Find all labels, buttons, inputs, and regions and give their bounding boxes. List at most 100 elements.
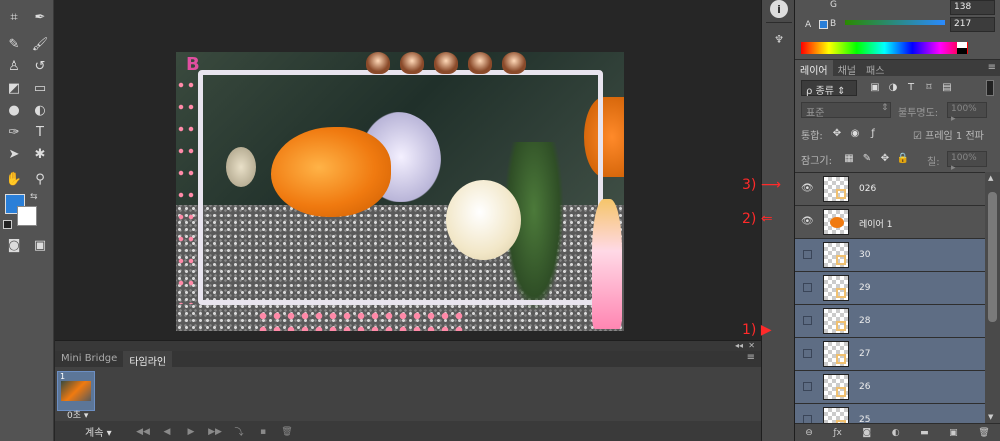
- collapse-icon[interactable]: ◂◂: [735, 341, 743, 350]
- history-brush-icon[interactable]: ↺: [29, 55, 51, 77]
- chevron-down-icon: ⇕: [881, 103, 889, 113]
- visibility-toggle[interactable]: [803, 250, 812, 259]
- zoom-icon[interactable]: ⚲: [29, 168, 51, 190]
- frame-duration[interactable]: 0초 ▾: [67, 408, 88, 421]
- quick-mask-icon[interactable]: ◙: [3, 234, 25, 256]
- screen-mode-icon[interactable]: ▣: [29, 234, 51, 256]
- layers-menu-icon[interactable]: ≡: [988, 62, 996, 73]
- adjustment-filter-icon[interactable]: ◑: [887, 80, 899, 94]
- visibility-toggle[interactable]: [803, 316, 812, 325]
- healing-brush-icon[interactable]: ✎: [3, 33, 25, 55]
- layer-row[interactable]: 25: [795, 404, 985, 423]
- layer-row[interactable]: 28: [795, 305, 985, 338]
- tab-layers[interactable]: 레이어: [795, 60, 833, 77]
- adjustment-layer-icon[interactable]: ◐: [892, 428, 900, 438]
- crop-icon[interactable]: ⌗: [3, 6, 25, 28]
- brush-icon[interactable]: 🖌: [29, 33, 51, 55]
- deco-letter: B: [186, 54, 200, 75]
- play-button[interactable]: ▶: [179, 427, 203, 437]
- info-icon[interactable]: i: [770, 0, 788, 18]
- unify-visibility-icon[interactable]: ◉: [849, 126, 861, 140]
- delete-layer-icon[interactable]: 🗑: [978, 428, 989, 438]
- layer-row[interactable]: 26: [795, 371, 985, 404]
- tab-timeline[interactable]: 타임라인: [123, 351, 173, 368]
- layer-row[interactable]: 👁 026: [795, 173, 985, 206]
- g-slider[interactable]: [845, 0, 945, 5]
- layers-scrollbar[interactable]: ▲ ▼: [985, 172, 1000, 423]
- lock-all-icon[interactable]: 🔒: [897, 151, 909, 165]
- tween-button[interactable]: ⤵: [227, 425, 251, 438]
- color-spectrum[interactable]: [801, 42, 968, 54]
- tab-channels[interactable]: 채널: [833, 60, 861, 77]
- smart-object-filter-icon[interactable]: ▤: [941, 80, 953, 94]
- layer-row[interactable]: 👁 레이어 1: [795, 206, 985, 239]
- gradient-icon[interactable]: ▭: [29, 77, 51, 99]
- scroll-thumb[interactable]: [988, 192, 997, 322]
- prev-frame-button[interactable]: ◀: [155, 427, 179, 437]
- path-select-icon[interactable]: ➤: [3, 143, 25, 165]
- black-white-swatch[interactable]: [957, 42, 967, 54]
- brush-presets-icon[interactable]: ♆: [770, 30, 788, 48]
- delete-frame-button[interactable]: 🗑: [275, 427, 299, 437]
- default-colors-icon[interactable]: [3, 220, 12, 229]
- new-group-icon[interactable]: ▬: [920, 428, 929, 438]
- duplicate-frame-button[interactable]: ▪: [251, 427, 275, 437]
- dodge-icon[interactable]: ◐: [29, 99, 51, 121]
- scroll-up-icon[interactable]: ▲: [988, 174, 993, 182]
- hand-icon[interactable]: ✋: [3, 168, 25, 190]
- lock-icons: ▦ ✎ ✥ 🔒: [843, 151, 909, 165]
- g-channel-label: G: [830, 0, 837, 10]
- eye-icon[interactable]: 👁: [801, 216, 815, 228]
- visibility-toggle[interactable]: [803, 349, 812, 358]
- layer-row[interactable]: 27: [795, 338, 985, 371]
- layer-style-icon[interactable]: ƒx: [833, 428, 842, 438]
- tab-paths[interactable]: 패스: [861, 60, 889, 77]
- unify-position-icon[interactable]: ✥: [831, 126, 843, 140]
- fill-field[interactable]: 100% ▸: [947, 151, 987, 173]
- pixel-filter-icon[interactable]: ▣: [869, 80, 881, 94]
- new-layer-icon[interactable]: ▣: [949, 428, 958, 438]
- next-frame-button[interactable]: ▶▶: [203, 427, 227, 437]
- pen-icon[interactable]: ✑: [3, 121, 25, 143]
- eyedropper-icon[interactable]: ✒: [29, 6, 51, 28]
- g-value-field[interactable]: 138: [950, 0, 995, 15]
- loop-select[interactable]: 계속 ▾: [85, 424, 131, 439]
- scroll-down-icon[interactable]: ▼: [988, 413, 993, 421]
- tab-mini-bridge[interactable]: Mini Bridge: [55, 351, 123, 367]
- blur-icon[interactable]: ●: [3, 99, 25, 121]
- eraser-icon[interactable]: ◩: [3, 77, 25, 99]
- animation-frame[interactable]: 1: [57, 371, 95, 411]
- visibility-toggle[interactable]: [803, 283, 812, 292]
- visibility-toggle[interactable]: [803, 415, 812, 423]
- link-layers-icon[interactable]: ⊖: [805, 428, 813, 438]
- propagate-frame-checkbox[interactable]: ☑ 프레임 1 전파: [913, 127, 984, 142]
- opacity-field[interactable]: 100% ▸: [947, 102, 987, 124]
- current-color-swatch[interactable]: [819, 20, 828, 29]
- image-canvas[interactable]: B: [176, 52, 624, 331]
- b-value-field[interactable]: 217: [950, 17, 995, 32]
- layer-row[interactable]: 30: [795, 239, 985, 272]
- unify-style-icon[interactable]: ƒ: [867, 126, 879, 140]
- layer-filter-select[interactable]: ρ 종류 ⇕: [801, 80, 857, 97]
- b-slider[interactable]: [845, 20, 945, 25]
- timeline-menu-icon[interactable]: ≡: [747, 352, 755, 363]
- annotation-1: 1) ▶: [742, 322, 772, 338]
- eye-icon[interactable]: 👁: [801, 183, 815, 195]
- background-color-swatch[interactable]: [17, 206, 37, 226]
- filter-toggle[interactable]: [986, 80, 994, 96]
- swap-colors-icon[interactable]: ⇆: [30, 192, 38, 202]
- lock-transparent-icon[interactable]: ▦: [843, 151, 855, 165]
- shape-icon[interactable]: ✱: [29, 143, 51, 165]
- stamp-icon[interactable]: ♙: [3, 55, 25, 77]
- shape-filter-icon[interactable]: ⌑: [923, 80, 935, 94]
- close-icon[interactable]: ✕: [748, 341, 755, 350]
- type-filter-icon[interactable]: T: [905, 80, 917, 94]
- blend-mode-select[interactable]: 표준: [801, 102, 891, 119]
- lock-position-icon[interactable]: ✥: [879, 151, 891, 165]
- lock-pixels-icon[interactable]: ✎: [861, 151, 873, 165]
- visibility-toggle[interactable]: [803, 382, 812, 391]
- layer-row[interactable]: 29: [795, 272, 985, 305]
- add-mask-icon[interactable]: ◙: [862, 428, 871, 438]
- first-frame-button[interactable]: ◀◀: [131, 427, 155, 437]
- type-icon[interactable]: T: [29, 121, 51, 143]
